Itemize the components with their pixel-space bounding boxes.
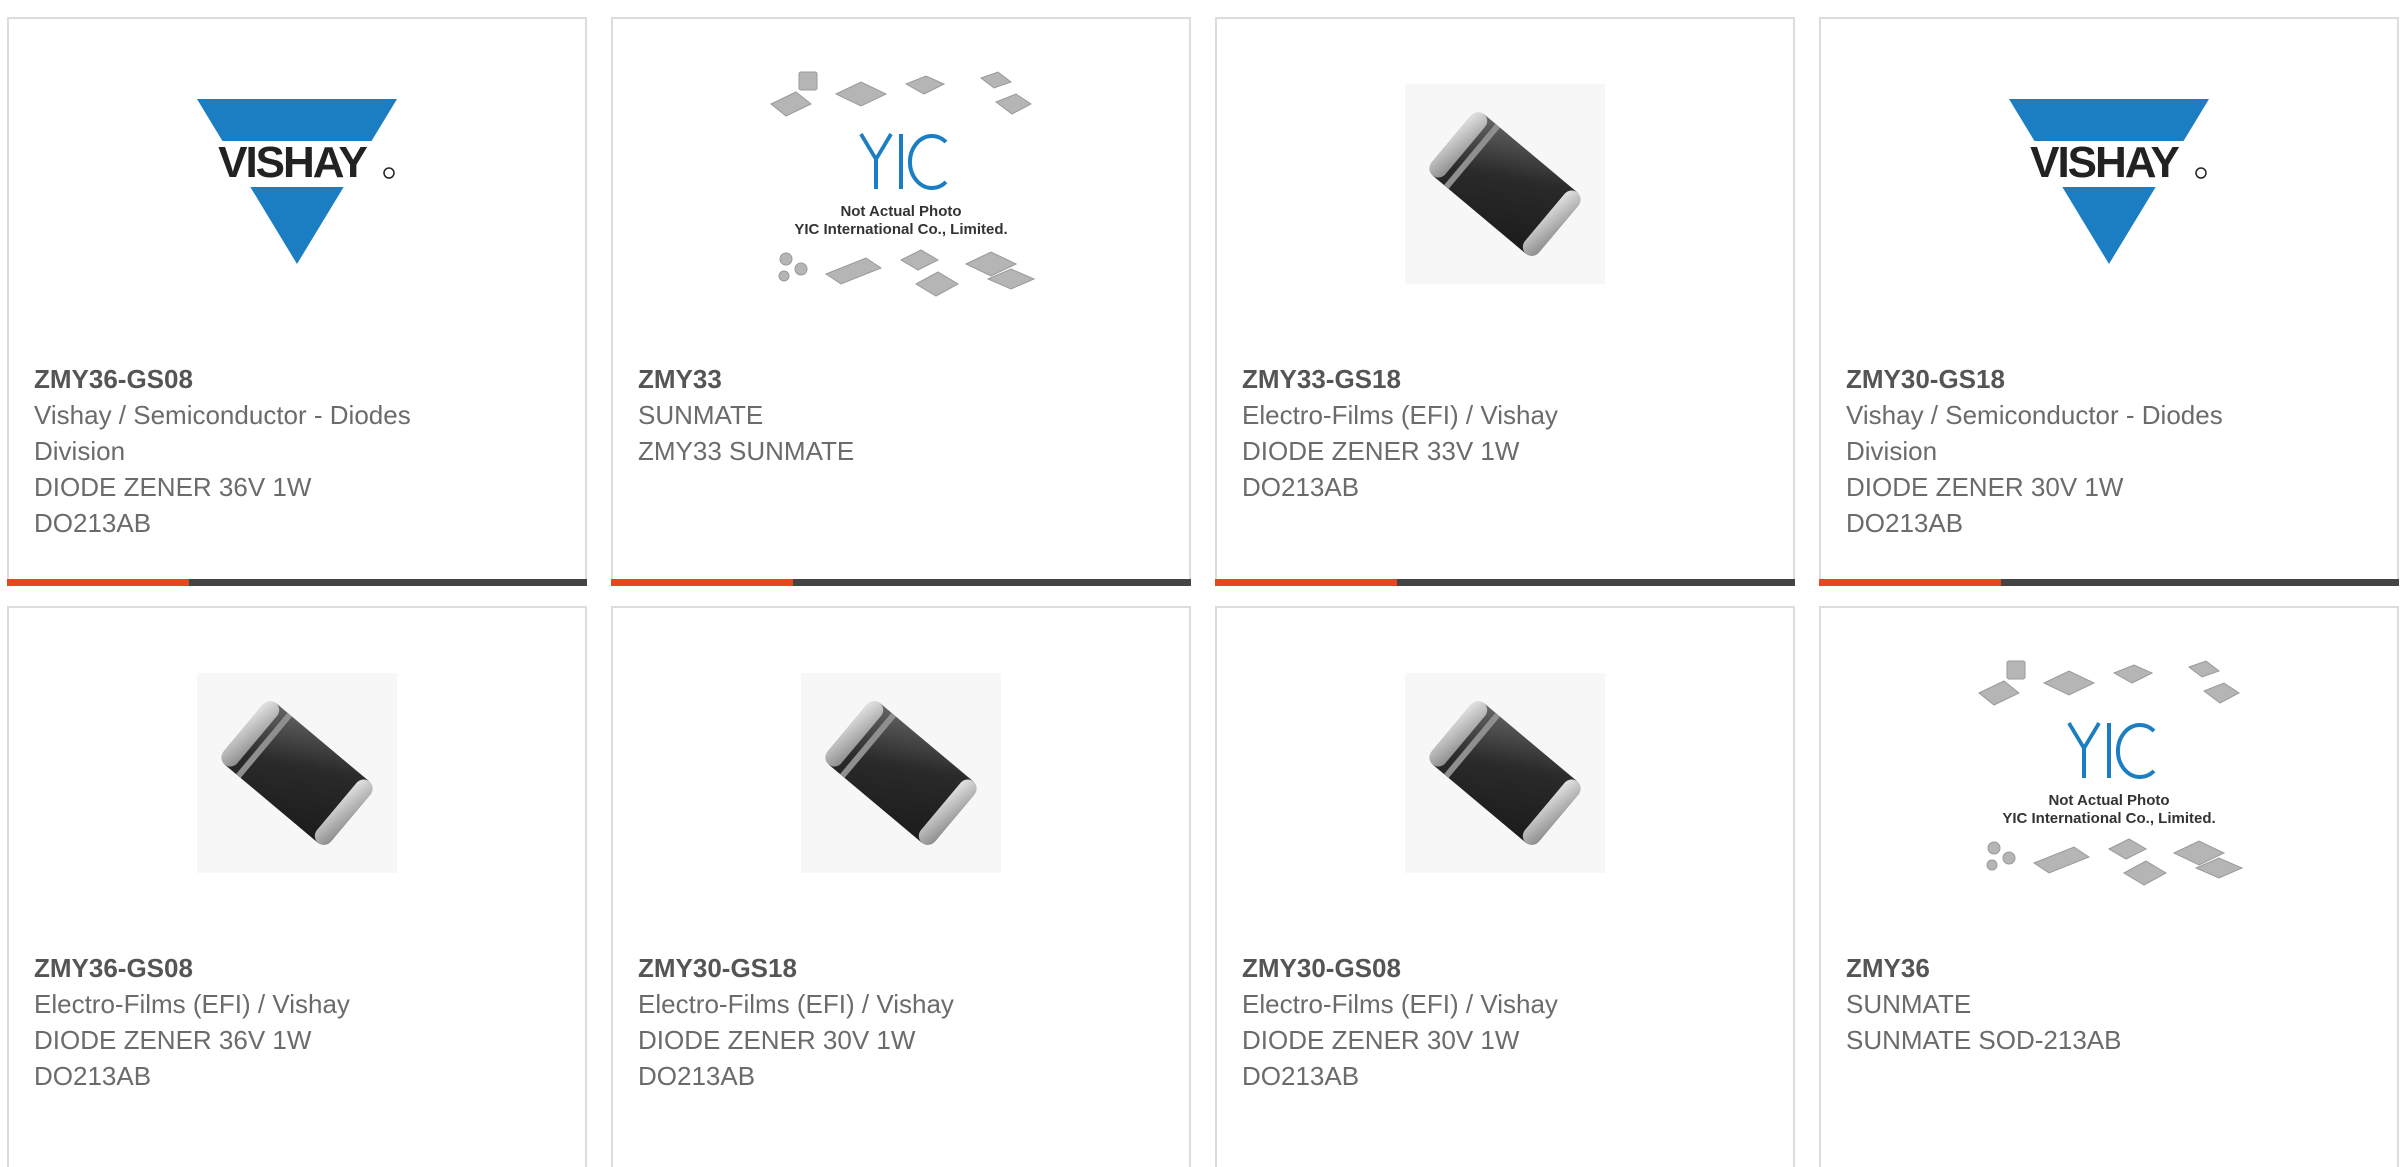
svg-text:VISHAY: VISHAY (2030, 138, 2179, 187)
package: DO213AB (34, 508, 152, 538)
product-image (1217, 59, 1793, 309)
product-grid: VISHAY ZMY36-GS08 Vishay / Semiconductor… (0, 0, 2400, 1167)
svg-text:YIC International Co., Limited: YIC International Co., Limited. (2002, 810, 2215, 827)
part-number[interactable]: ZMY33-GS18 (1242, 361, 1768, 397)
diode-icon (1405, 673, 1605, 873)
description: ZMY33 SUNMATE (638, 436, 855, 466)
vishay-logo-icon: VISHAY (192, 99, 402, 264)
description: DIODE ZENER 36V 1W (34, 472, 312, 502)
product-card[interactable]: VISHAY ZMY30-GS18 Vishay / Semiconductor… (1819, 17, 2399, 586)
part-number[interactable]: ZMY33 (638, 361, 1164, 397)
card-bottom-bar (611, 579, 1191, 586)
card-accent-bar (7, 579, 189, 586)
card-accent-bar (611, 579, 793, 586)
manufacturer-cont: Division (1846, 436, 1938, 466)
manufacturer: Vishay / Semiconductor - Diodes (34, 400, 411, 430)
product-card[interactable]: ZMY36-GS08 Electro-Films (EFI) / Vishay … (7, 606, 587, 1167)
part-number[interactable]: ZMY30-GS18 (638, 950, 1164, 986)
product-card[interactable]: Not Actual Photo YIC International Co., … (611, 17, 1191, 586)
package: DO213AB (1242, 472, 1360, 502)
manufacturer: SUNMATE (1846, 989, 1972, 1019)
description: DIODE ZENER 30V 1W (638, 1025, 916, 1055)
card-accent-bar (1215, 579, 1397, 586)
vishay-logo-icon: VISHAY (2004, 99, 2214, 264)
yic-placeholder-icon: Not Actual Photo YIC International Co., … (1978, 660, 2244, 886)
description: DIODE ZENER 33V 1W (1242, 436, 1520, 466)
manufacturer-cont: Division (34, 436, 126, 466)
package: DO213AB (1242, 1061, 1360, 1091)
svg-text:VISHAY: VISHAY (218, 138, 367, 187)
svg-text:YIC International Co., Limited: YIC International Co., Limited. (794, 221, 1007, 238)
product-card[interactable]: ZMY30-GS18 Electro-Films (EFI) / Vishay … (611, 606, 1191, 1167)
product-image: VISHAY (1821, 59, 2397, 309)
product-image: Not Actual Photo YIC International Co., … (1821, 648, 2397, 898)
manufacturer: Vishay / Semiconductor - Diodes (1846, 400, 2223, 430)
card-bottom-bar (1215, 579, 1795, 586)
part-number[interactable]: ZMY30-GS18 (1846, 361, 2372, 397)
card-bottom-bar (1819, 579, 2399, 586)
diode-icon (801, 673, 1001, 873)
part-number[interactable]: ZMY36-GS08 (34, 950, 560, 986)
manufacturer: SUNMATE (638, 400, 764, 430)
diode-icon (1405, 84, 1605, 284)
product-image: VISHAY (9, 59, 585, 309)
manufacturer: Electro-Films (EFI) / Vishay (1242, 400, 1558, 430)
description: DIODE ZENER 30V 1W (1242, 1025, 1520, 1055)
package: DO213AB (34, 1061, 152, 1091)
svg-text:Not Actual Photo: Not Actual Photo (2048, 792, 2169, 809)
part-number[interactable]: ZMY36 (1846, 950, 2372, 986)
product-card[interactable]: ZMY30-GS08 Electro-Films (EFI) / Vishay … (1215, 606, 1795, 1167)
product-card[interactable]: Not Actual Photo YIC International Co., … (1819, 606, 2399, 1167)
diode-icon (197, 673, 397, 873)
part-number[interactable]: ZMY30-GS08 (1242, 950, 1768, 986)
description: DIODE ZENER 30V 1W (1846, 472, 2124, 502)
package: DO213AB (638, 1061, 756, 1091)
manufacturer: Electro-Films (EFI) / Vishay (638, 989, 954, 1019)
part-number[interactable]: ZMY36-GS08 (34, 361, 560, 397)
product-card[interactable]: ZMY33-GS18 Electro-Films (EFI) / Vishay … (1215, 17, 1795, 586)
product-image (613, 648, 1189, 898)
yic-placeholder-icon: Not Actual Photo YIC International Co., … (770, 71, 1036, 297)
card-accent-bar (1819, 579, 2001, 586)
product-image (9, 648, 585, 898)
package: DO213AB (1846, 508, 1964, 538)
card-bottom-bar (7, 579, 587, 586)
description: DIODE ZENER 36V 1W (34, 1025, 312, 1055)
product-image (1217, 648, 1793, 898)
manufacturer: Electro-Films (EFI) / Vishay (34, 989, 350, 1019)
product-card[interactable]: VISHAY ZMY36-GS08 Vishay / Semiconductor… (7, 17, 587, 586)
description: SUNMATE SOD-213AB (1846, 1025, 2122, 1055)
svg-text:Not Actual Photo: Not Actual Photo (840, 203, 961, 220)
manufacturer: Electro-Films (EFI) / Vishay (1242, 989, 1558, 1019)
product-image: Not Actual Photo YIC International Co., … (613, 59, 1189, 309)
